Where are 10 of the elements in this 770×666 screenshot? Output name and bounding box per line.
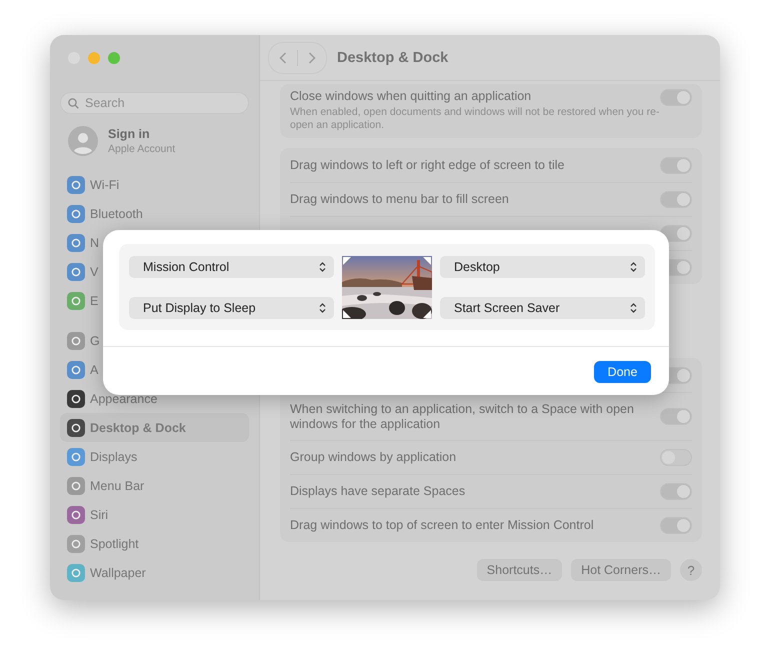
setting-label: Group windows by application	[290, 450, 458, 465]
account-subtitle: Apple Account	[108, 143, 176, 155]
setting-label: When switching to an application, switch to a Space with open windows for the application	[290, 402, 635, 432]
setting-label: Displays have separate Spaces	[290, 484, 466, 499]
setting-label: Close windows when quitting an application	[290, 89, 532, 104]
setting-label: Drag windows to top of screen to enter Mission Control	[290, 518, 595, 533]
setting-label: Drag windows to left or right edge of screen to tile	[290, 158, 566, 172]
setting-description: When enabled, open documents and windows will not be restored when you re-open an application.	[290, 106, 660, 132]
setting-label: Drag windows to menu bar to fill screen	[290, 192, 510, 207]
window-title: Desktop & Dock	[337, 50, 448, 66]
